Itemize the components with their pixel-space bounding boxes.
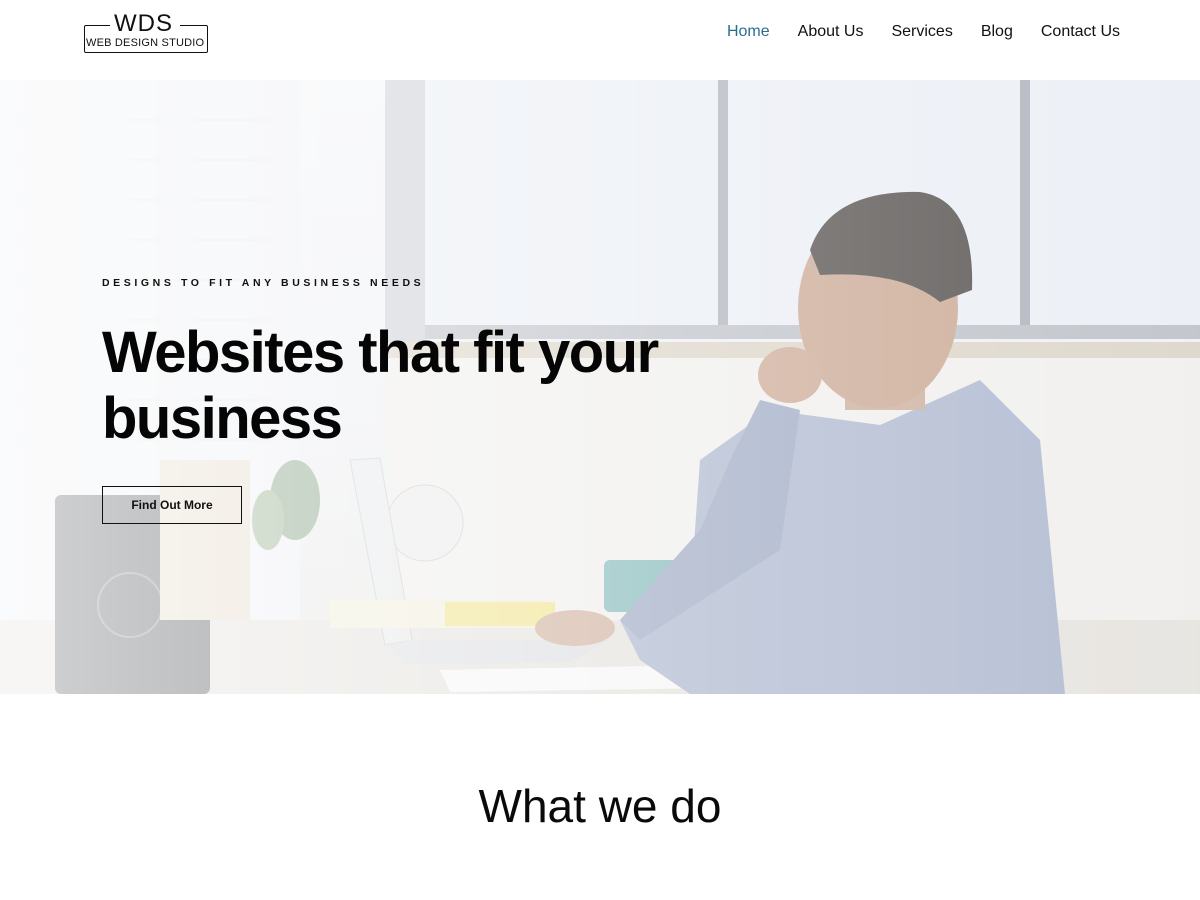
find-out-more-button[interactable]: Find Out More [102, 486, 242, 524]
nav-item-blog[interactable]: Blog [981, 20, 1013, 44]
logo-wordmark: WDS [114, 10, 173, 37]
logo-tagline: WEB DESIGN STUDIO [86, 37, 205, 49]
nav-item-about-us[interactable]: About Us [798, 20, 864, 44]
site-header: WDS WEB DESIGN STUDIO Home About Us Serv… [0, 0, 1200, 80]
nav-item-services[interactable]: Services [891, 20, 952, 44]
hero-headline-line-2: business [102, 386, 343, 451]
section-title: What we do [478, 780, 722, 832]
hero-section: DESIGNS TO FIT ANY BUSINESS NEEDS Websit… [0, 80, 1200, 694]
main-nav: Home About Us Services Blog Contact Us [699, 20, 1120, 44]
site-logo[interactable]: WDS WEB DESIGN STUDIO [84, 10, 210, 54]
nav-item-contact-us[interactable]: Contact Us [1041, 20, 1120, 44]
nav-item-home[interactable]: Home [727, 20, 770, 44]
page: WDS WEB DESIGN STUDIO Home About Us Serv… [0, 0, 1200, 900]
hero-eyebrow: DESIGNS TO FIT ANY BUSINESS NEEDS [102, 277, 425, 289]
hero-headline: Websites that fit your business [102, 320, 702, 452]
hero-headline-line-1: Websites that fit your [102, 320, 659, 385]
